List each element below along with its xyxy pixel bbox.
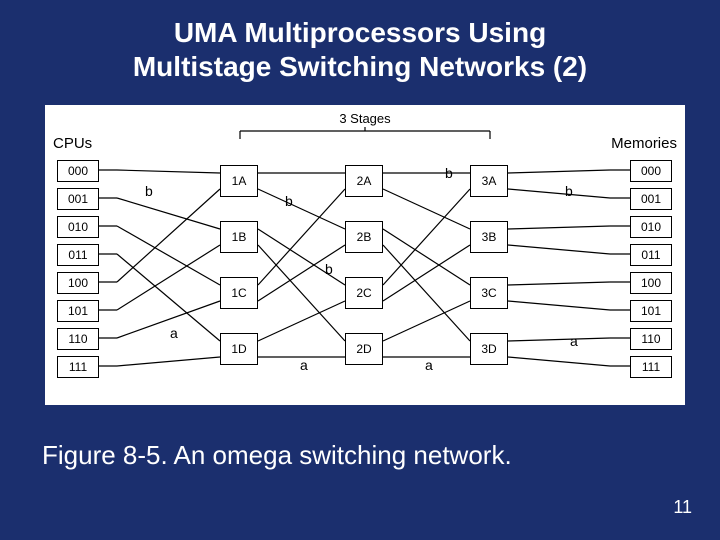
bracket-svg xyxy=(45,105,685,405)
page-number: 11 xyxy=(673,497,692,518)
title-line1: UMA Multiprocessors Using xyxy=(174,17,546,48)
title-line2: Multistage Switching Networks (2) xyxy=(133,51,587,82)
slide-title: UMA Multiprocessors Using Multistage Swi… xyxy=(0,0,720,83)
omega-network-diagram: CPUs Memories 3 Stages 000 001 010 011 1… xyxy=(45,105,685,405)
figure-caption: Figure 8-5. An omega switching network. xyxy=(42,440,512,471)
